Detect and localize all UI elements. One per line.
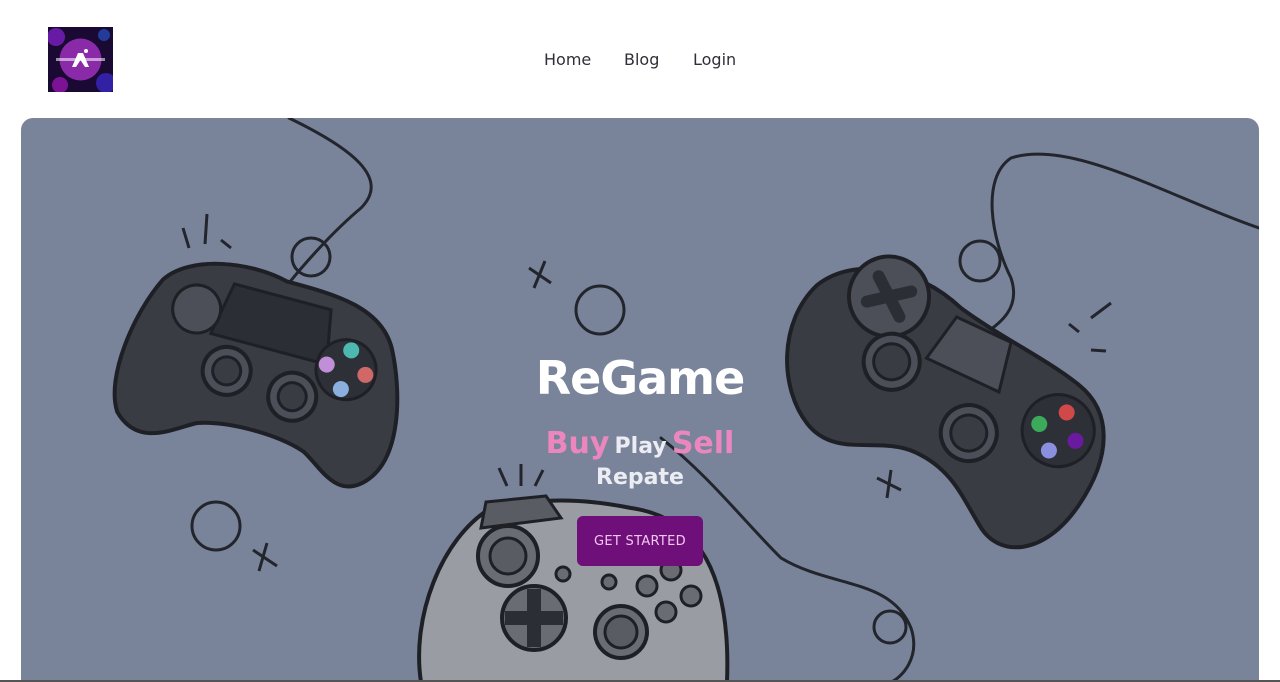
hero-section: ReGame Buy Play Sell Repate GET STARTED [21,118,1259,682]
tagline-repeat: Repate [596,465,684,490]
get-started-button[interactable]: GET STARTED [577,516,703,566]
nav-home-link[interactable]: Home [544,48,591,72]
hero-title: ReGame [535,351,746,405]
page: Home Blog Login ReGame Buy Play Sell Rep… [0,0,1280,682]
tagline-buy: Buy [545,426,610,461]
nav-blog-link[interactable]: Blog [624,48,659,72]
main-nav: Home Blog Login [0,48,1280,74]
cable-right-controller [979,152,1259,338]
tagline-play: Play [614,434,667,459]
nav-login-link[interactable]: Login [693,48,736,72]
tagline-sell: Sell [671,426,735,461]
site-header: Home Blog Login [0,0,1280,118]
